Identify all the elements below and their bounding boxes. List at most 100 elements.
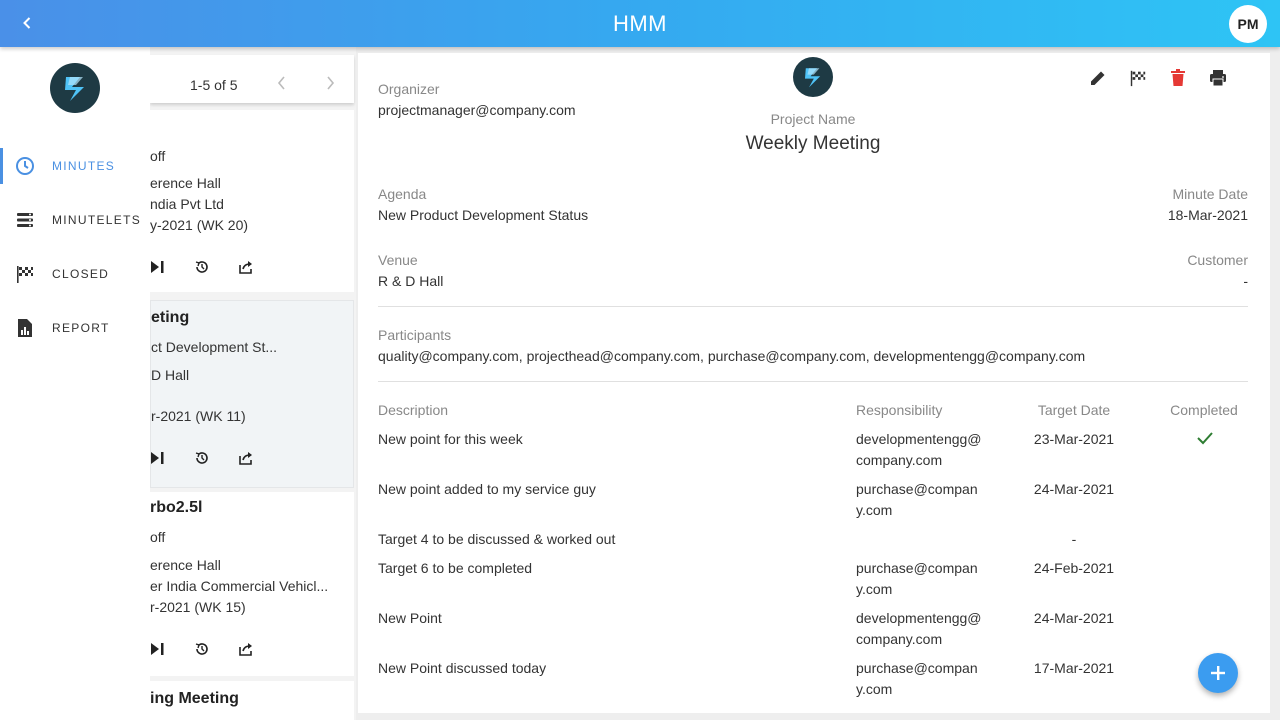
sidebar: MINUTES MINUTELETS CLOSED REPORT	[0, 47, 150, 720]
share-icon[interactable]	[236, 257, 256, 277]
edit-button[interactable]	[1087, 67, 1109, 89]
agenda-value: New Product Development Status	[378, 207, 589, 223]
col-target-date: Target Date	[1037, 402, 1111, 418]
checkered-flag-icon	[14, 263, 36, 285]
project-name-label: Project Name	[770, 111, 856, 127]
card-status: off	[150, 148, 166, 164]
app-bar: HMM PM	[0, 0, 1280, 47]
sidebar-item-minutes[interactable]: MINUTES	[0, 148, 150, 184]
skip-next-icon[interactable]	[150, 639, 168, 659]
row-responsibility: developmentengg@	[856, 610, 982, 626]
card-customer: er India Commercial Vehicl...	[150, 578, 329, 594]
sidebar-item-label: CLOSED	[52, 267, 110, 281]
row-target-date: 17-Mar-2021	[1033, 660, 1115, 676]
history-icon[interactable]	[192, 639, 212, 659]
sidebar-item-minutelets[interactable]: MINUTELETS	[0, 202, 150, 238]
user-avatar[interactable]: PM	[1229, 5, 1267, 43]
add-point-button[interactable]	[1198, 653, 1238, 693]
sidebar-item-closed[interactable]: CLOSED	[0, 256, 150, 292]
row-responsibility-cont: y.com	[856, 502, 893, 518]
participants-value: quality@company.com, projecthead@company…	[378, 348, 1086, 364]
row-target-date: -	[1071, 531, 1077, 547]
row-responsibility-cont: y.com	[856, 681, 893, 697]
chevron-right-icon	[327, 76, 335, 90]
delete-button[interactable]	[1167, 67, 1189, 89]
row-responsibility: developmentengg@	[856, 431, 982, 447]
col-responsibility: Responsibility	[856, 402, 943, 418]
col-completed: Completed	[1170, 402, 1238, 418]
col-description: Description	[378, 402, 449, 418]
clock-icon	[14, 155, 36, 177]
check-icon	[1196, 430, 1214, 451]
list-item-selected[interactable]: eting ct Development St... D Hall r-2021…	[150, 300, 354, 488]
row-responsibility-cont: company.com	[856, 452, 943, 468]
minute-date-value: 18-Mar-2021	[1167, 207, 1248, 223]
history-icon[interactable]	[192, 257, 212, 277]
venue-value: R & D Hall	[378, 273, 444, 289]
project-name-value: Weekly Meeting	[745, 133, 881, 154]
prev-page-button[interactable]	[274, 73, 290, 93]
row-description: New Point discussed today	[378, 660, 547, 676]
pagination-bar: 1-5 of 5	[150, 55, 354, 103]
row-description: New point for this week	[378, 431, 523, 447]
plus-icon	[1211, 666, 1225, 680]
history-icon[interactable]	[192, 448, 212, 468]
app-title: HMM	[612, 11, 668, 36]
row-target-date: 24-Feb-2021	[1033, 560, 1115, 576]
sidebar-item-label: MINUTELETS	[52, 213, 142, 227]
row-description: New Point	[378, 610, 442, 626]
card-title: ing Meeting	[150, 690, 239, 707]
checkered-flag-icon	[1130, 70, 1146, 87]
sidebar-item-report[interactable]: REPORT	[0, 310, 150, 346]
venue-label: Venue	[378, 252, 418, 268]
card-venue: D Hall	[151, 367, 190, 383]
report-icon	[14, 317, 36, 339]
row-responsibility: purchase@compan	[856, 660, 978, 676]
sidebar-item-label: REPORT	[52, 321, 110, 335]
card-customer: ndia Pvt Ltd	[150, 196, 224, 212]
divider	[378, 381, 1248, 382]
sidebar-item-label: MINUTES	[52, 159, 116, 173]
customer-label: Customer	[1187, 252, 1248, 268]
organizer-value: projectmanager@company.com	[378, 102, 576, 118]
card-title: rbo2.5l	[150, 499, 203, 516]
card-date: r-2021 (WK 15)	[150, 599, 246, 615]
printer-icon	[1210, 70, 1226, 87]
skip-next-icon[interactable]	[151, 448, 168, 468]
print-button[interactable]	[1207, 67, 1229, 89]
card-agenda: ct Development St...	[151, 339, 278, 355]
share-icon[interactable]	[236, 639, 256, 659]
row-responsibility-cont: company.com	[856, 631, 943, 647]
row-description: Target 6 to be completed	[378, 560, 533, 576]
project-logo	[793, 57, 833, 97]
row-responsibility: purchase@compan	[856, 481, 978, 497]
pagination-count: 1-5 of 5	[190, 77, 238, 93]
skip-next-icon[interactable]	[150, 257, 168, 277]
agenda-label: Agenda	[378, 186, 427, 202]
list-item[interactable]: rbo2.5l off erence Hall er India Commerc…	[150, 492, 354, 676]
participants-label: Participants	[378, 327, 452, 343]
list-item[interactable]: ing Meeting	[150, 681, 354, 720]
card-status: off	[150, 529, 166, 545]
share-icon[interactable]	[236, 448, 256, 468]
pencil-icon	[1091, 71, 1105, 85]
minute-date-label: Minute Date	[1172, 186, 1248, 202]
row-target-date: 23-Mar-2021	[1033, 431, 1115, 447]
customer-value: -	[1243, 273, 1248, 289]
card-venue: erence Hall	[150, 175, 221, 191]
row-description: New point added to my service guy	[378, 481, 596, 497]
row-target-date: 24-Mar-2021	[1033, 610, 1115, 626]
list-item[interactable]: off erence Hall ndia Pvt Ltd y-2021 (WK …	[150, 110, 354, 292]
chevron-left-icon	[277, 76, 285, 90]
row-target-date: 24-Mar-2021	[1033, 481, 1115, 497]
card-venue: erence Hall	[150, 557, 221, 573]
row-description: Target 4 to be discussed & worked out	[378, 531, 616, 547]
row-responsibility-cont: y.com	[856, 581, 893, 597]
card-title: eting	[151, 309, 190, 326]
minutes-list: 1-5 of 5 off erence Hall ndia Pvt Ltd y-…	[150, 47, 356, 720]
divider	[378, 306, 1248, 307]
next-page-button[interactable]	[322, 73, 338, 93]
list-icon	[14, 209, 36, 231]
close-minute-button[interactable]	[1127, 67, 1149, 89]
row-responsibility: purchase@compan	[856, 560, 978, 576]
